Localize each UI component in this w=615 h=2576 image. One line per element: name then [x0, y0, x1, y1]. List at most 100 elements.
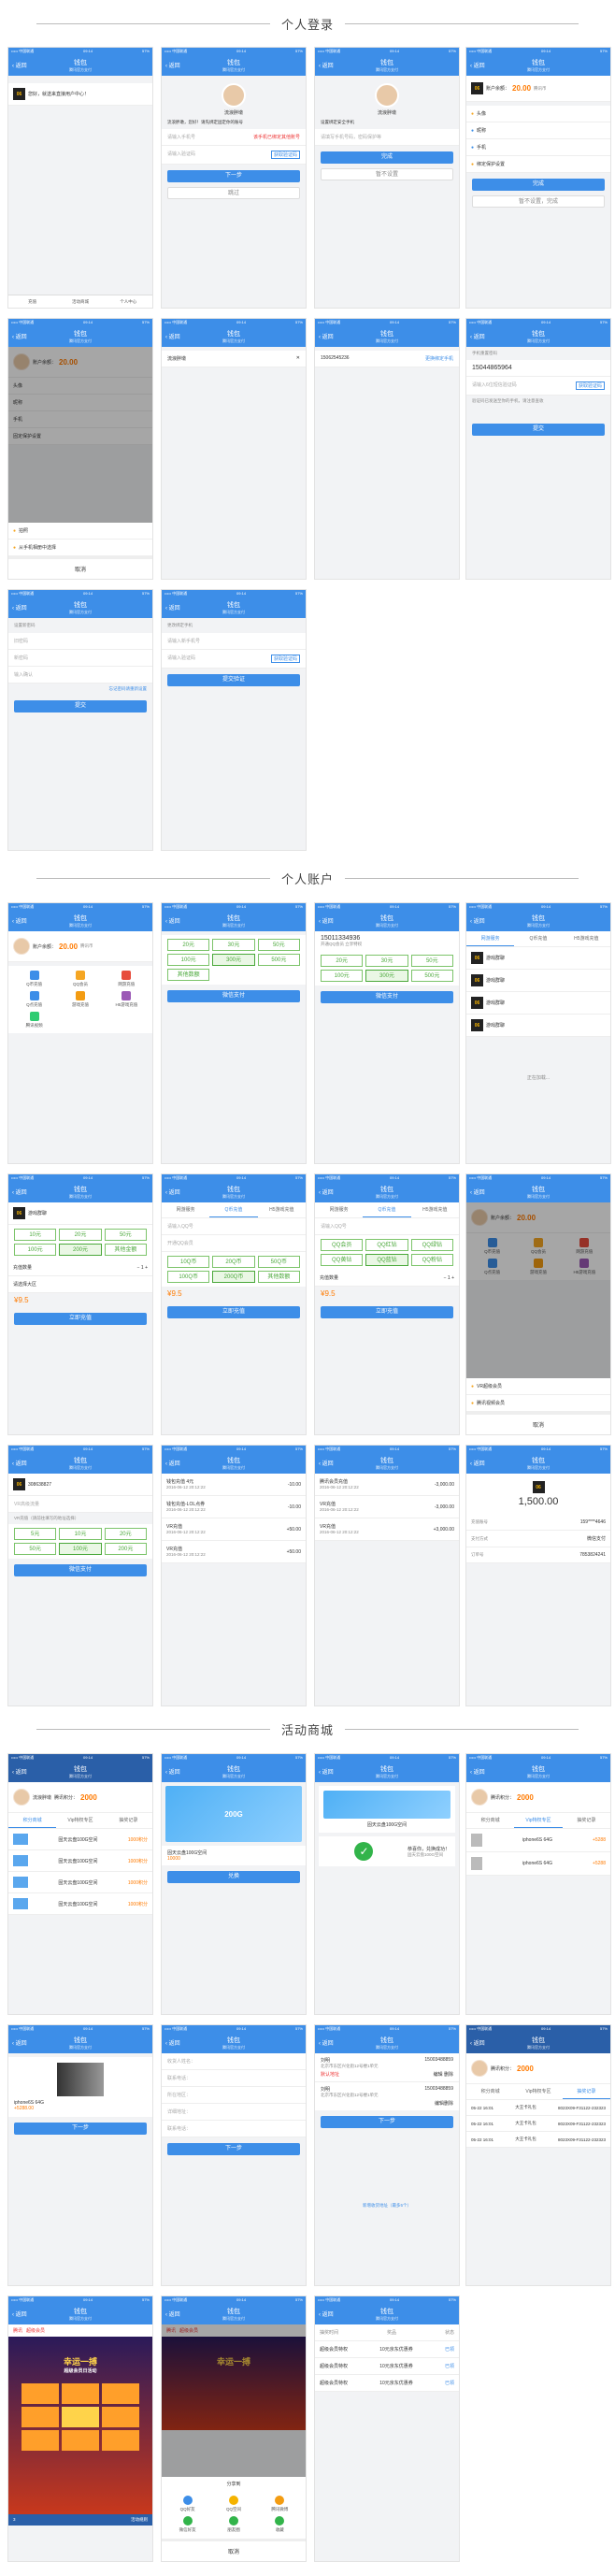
- qb-recharge-item[interactable]: Q币充值: [13, 971, 55, 987]
- tab-qb[interactable]: Q币充值: [514, 931, 562, 946]
- amount-option[interactable]: 500元: [257, 954, 300, 966]
- done-button[interactable]: 完成: [321, 151, 453, 164]
- amount-option-selected[interactable]: 300元: [212, 954, 255, 966]
- tab-online-game[interactable]: 网游服务: [466, 931, 515, 946]
- vip-option-selected[interactable]: QQ蓝钻: [365, 1254, 408, 1266]
- avatar[interactable]: [222, 83, 246, 108]
- edit-button[interactable]: 编辑: [435, 2100, 444, 2107]
- tab-points-mall[interactable]: 积分商城: [466, 1813, 514, 1828]
- vip-option[interactable]: QQ会员: [321, 1239, 364, 1251]
- next-button[interactable]: 下一步: [167, 170, 300, 182]
- back-button[interactable]: ‹ 返回: [12, 1187, 27, 1196]
- share-qzone[interactable]: QQ空间: [212, 2496, 254, 2512]
- amount-option[interactable]: 10元: [14, 1229, 57, 1241]
- back-button[interactable]: ‹ 返回: [12, 2310, 27, 2318]
- amount-option[interactable]: 20元: [167, 939, 210, 951]
- back-button[interactable]: ‹ 返回: [319, 61, 334, 69]
- amount-option[interactable]: 50元: [410, 955, 453, 967]
- code-input[interactable]: 请输入验证码 获取验证码: [162, 650, 306, 669]
- code-input[interactable]: 请输入验证码 获取验证码: [162, 146, 306, 165]
- next-button[interactable]: 下一步: [321, 2116, 453, 2128]
- back-button[interactable]: ‹ 返回: [165, 603, 180, 612]
- back-button[interactable]: ‹ 返回: [165, 1767, 180, 1776]
- qq-input[interactable]: 请输入QQ号: [162, 1218, 306, 1235]
- tab-h5[interactable]: H5游戏充值: [258, 1202, 306, 1217]
- amount-option[interactable]: 50元: [14, 1543, 57, 1555]
- recharge-button[interactable]: 立即充值: [14, 1313, 147, 1325]
- back-button[interactable]: ‹ 返回: [165, 2038, 180, 2047]
- amount-option[interactable]: 5元: [14, 1528, 57, 1540]
- transaction-row[interactable]: VR充值 2016-06-12 20:12:22 +50.00: [162, 1518, 306, 1541]
- tab-qb[interactable]: Q币充值: [363, 1202, 411, 1217]
- qb-option[interactable]: 20Q币: [212, 1256, 255, 1268]
- back-button[interactable]: ‹ 返回: [470, 61, 485, 69]
- avatar[interactable]: [375, 83, 399, 108]
- back-button[interactable]: ‹ 返回: [12, 1459, 27, 1467]
- new-password-input[interactable]: 新密码: [8, 650, 152, 667]
- qb-option[interactable]: 50Q币: [257, 1256, 300, 1268]
- mall-item[interactable]: 固天云盘100G空间 1000积分: [8, 1893, 152, 1915]
- tab-h5[interactable]: H5游戏充值: [411, 1202, 459, 1217]
- clear-icon[interactable]: ✕: [296, 355, 300, 362]
- menu-phone[interactable]: ● 手机: [466, 139, 610, 156]
- phone-input[interactable]: 联系电话：: [162, 2070, 306, 2087]
- region-select[interactable]: 所在地区：: [162, 2087, 306, 2104]
- back-button[interactable]: ‹ 返回: [319, 1187, 334, 1196]
- confirm-password-input[interactable]: 输入确认: [8, 667, 152, 684]
- transaction-row[interactable]: VR充值 2016-06-12 20:12:22 -3,000.00: [315, 1496, 459, 1518]
- video-item[interactable]: 腾讯视频: [13, 1012, 55, 1029]
- qb-option[interactable]: 其他数额: [257, 1271, 300, 1283]
- amount-option[interactable]: 200元: [104, 1543, 147, 1555]
- exchange-button[interactable]: 兑换: [167, 1871, 300, 1883]
- submit-button[interactable]: 提交: [472, 424, 605, 436]
- tab-points-mall[interactable]: 积分商城: [466, 2084, 514, 2099]
- tab-points-mall[interactable]: 积分商城: [8, 1813, 57, 1828]
- back-button[interactable]: ‹ 返回: [470, 1187, 485, 1196]
- submit-button[interactable]: 提交: [14, 700, 147, 712]
- amount-option[interactable]: 100元: [14, 1244, 57, 1256]
- back-button[interactable]: ‹ 返回: [165, 1187, 180, 1196]
- amount-option[interactable]: 30元: [365, 955, 408, 967]
- phone-input[interactable]: 请填写手机号码，密码保护等: [315, 129, 459, 146]
- tab-online-game[interactable]: 网游服务: [315, 1202, 363, 1217]
- qb-option-selected[interactable]: 200Q币: [212, 1271, 255, 1283]
- menu-avatar[interactable]: ● 头像: [466, 106, 610, 122]
- back-button[interactable]: ‹ 返回: [319, 2038, 334, 2047]
- get-code-button[interactable]: 获取验证码: [270, 151, 300, 159]
- take-photo-option[interactable]: ● 拍照: [8, 523, 152, 540]
- vip-option[interactable]: QQ绿钻: [410, 1239, 453, 1251]
- amount-option[interactable]: 10元: [59, 1528, 102, 1540]
- tab-vip[interactable]: Vip特权专区: [56, 1813, 104, 1828]
- back-button[interactable]: ‹ 返回: [319, 2310, 334, 2318]
- game-item[interactable]: 06 游戏群聊: [466, 992, 610, 1015]
- recharge-button[interactable]: 立即充值: [321, 1306, 453, 1318]
- not-now-button[interactable]: 暂不设置: [321, 168, 453, 180]
- not-set-button[interactable]: 暂不设置，完成: [472, 195, 605, 208]
- qty-stepper[interactable]: − 1 +: [137, 1265, 148, 1271]
- back-button[interactable]: ‹ 返回: [165, 332, 180, 340]
- resend-button[interactable]: 获取验证码: [575, 381, 605, 390]
- back-button[interactable]: ‹ 返回: [470, 2038, 485, 2047]
- back-button[interactable]: ‹ 返回: [12, 61, 27, 69]
- share-weibo[interactable]: 腾讯微博: [259, 2496, 301, 2512]
- tab-draw-records[interactable]: 抽奖记录: [562, 2084, 610, 2099]
- qty-stepper[interactable]: − 1 +: [444, 1275, 454, 1281]
- tab-h5[interactable]: H5游戏充值: [563, 931, 610, 946]
- old-password-input[interactable]: 旧密码: [8, 633, 152, 650]
- transaction-row[interactable]: 腾讯会员充值 2016-06-12 20:12:22 -3,000.00: [315, 1474, 459, 1496]
- phone-input[interactable]: 请输入手机号 该手机已绑定其他账号: [162, 129, 306, 146]
- phone-product[interactable]: iphone6S 64G +5288: [466, 1829, 610, 1852]
- transaction-row[interactable]: 钱包充值 4元 2016-06-12 20:12:22 -10.00: [162, 1474, 306, 1496]
- cancel-button[interactable]: 取消: [466, 1412, 610, 1434]
- sms-code-input[interactable]: 请输入6位短信验证码 获取验证码: [466, 377, 610, 396]
- other-amount[interactable]: 其他数额: [167, 969, 210, 981]
- amount-option[interactable]: 50元: [257, 939, 300, 951]
- amount-option-selected[interactable]: 200元: [59, 1244, 102, 1256]
- amount-option-selected[interactable]: 100元: [59, 1543, 102, 1555]
- qb-option[interactable]: 100Q币: [167, 1271, 210, 1283]
- qb-option[interactable]: 10Q币: [167, 1256, 210, 1268]
- nickname-input[interactable]: 流浪胖墩 ✕: [162, 351, 306, 367]
- change-phone-link[interactable]: 更换绑定手机: [425, 355, 453, 362]
- get-code-button[interactable]: 获取验证码: [270, 655, 300, 663]
- back-button[interactable]: ‹ 返回: [319, 916, 334, 925]
